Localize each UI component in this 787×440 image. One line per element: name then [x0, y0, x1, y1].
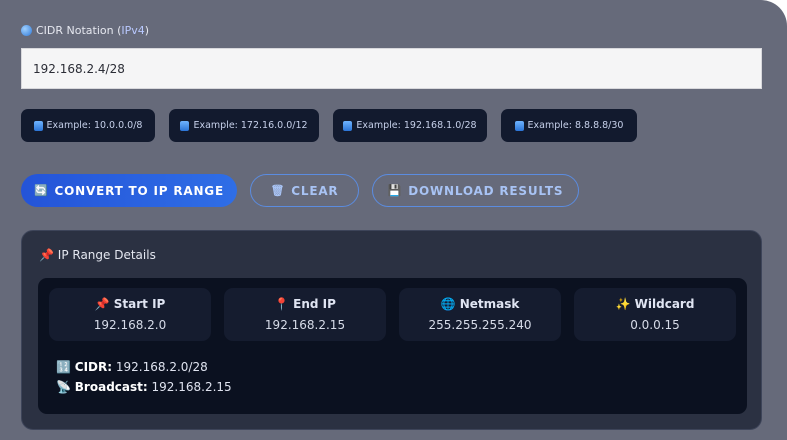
example-chip-label: Example: 10.0.0.0/8	[46, 120, 143, 131]
book-icon	[180, 120, 190, 131]
stat-label-text: Netmask	[459, 297, 520, 311]
satellite-icon: 📡	[56, 380, 71, 394]
location-pin-icon: 📍	[274, 297, 289, 311]
pushpin-icon: 📌	[94, 297, 110, 311]
numbers-icon: 🔢	[56, 360, 71, 374]
save-icon: 💾	[387, 184, 403, 197]
book-icon	[343, 120, 353, 131]
cidr-value: 192.168.2.0/28	[115, 360, 208, 374]
stat-start-ip: 📌 Start IP 192.168.2.0	[49, 288, 211, 341]
book-icon	[514, 120, 524, 131]
example-chip-8-8-8-8-30[interactable]: Example: 8.8.8.8/30	[501, 109, 637, 142]
globe-icon	[21, 25, 32, 36]
converter-panel: CIDR Notation (IPv4) Example: 10.0.0.0/8…	[0, 0, 787, 440]
cidr-line: 🔢 CIDR: 192.168.2.0/28	[56, 360, 208, 374]
stat-netmask: 🌐 Netmask 255.255.255.240	[399, 288, 561, 341]
clear-button[interactable]: 🗑 CLEAR	[250, 174, 359, 207]
stat-value: 192.168.2.15	[264, 318, 346, 332]
stat-value: 192.168.2.0	[93, 318, 167, 332]
example-chip-label: Example: 172.16.0.0/12	[193, 120, 308, 131]
details-title: 📌 IP Range Details	[39, 248, 156, 262]
ip-range-details-card: 📌 IP Range Details 📌 Start IP 192.168.2.…	[21, 230, 762, 430]
label-text-prefix: CIDR Notation (	[36, 24, 122, 37]
broadcast-value: 192.168.2.15	[151, 380, 232, 394]
stat-label-text: Start IP	[113, 297, 166, 311]
download-results-button[interactable]: 💾 DOWNLOAD RESULTS	[372, 174, 579, 207]
stat-wildcard: ✨ Wildcard 0.0.0.15	[574, 288, 736, 341]
trash-icon: 🗑	[270, 184, 286, 197]
stat-label: 📍 End IP	[224, 297, 386, 311]
convert-button-label: CONVERT TO IP RANGE	[54, 183, 224, 198]
stat-label-text: End IP	[293, 297, 336, 311]
label-text-suffix: )	[144, 24, 150, 37]
label-text-highlight: IPv4	[121, 24, 145, 37]
convert-button[interactable]: 🔄 CONVERT TO IP RANGE	[21, 174, 237, 207]
stat-label: 🌐 Netmask	[399, 297, 561, 311]
stat-end-ip: 📍 End IP 192.168.2.15	[224, 288, 386, 341]
stat-label: ✨ Wildcard	[574, 297, 736, 311]
example-chip-label: Example: 192.168.1.0/28	[356, 120, 477, 131]
pushpin-icon: 📌	[39, 248, 54, 262]
details-title-text: IP Range Details	[57, 248, 156, 262]
stat-value: 255.255.255.240	[428, 318, 532, 332]
example-chip-label: Example: 8.8.8.8/30	[527, 120, 624, 131]
cidr-label: CIDR:	[74, 360, 113, 374]
globe-icon: 🌐	[440, 297, 456, 311]
book-icon	[33, 120, 43, 131]
sparkles-icon: ✨	[615, 297, 631, 311]
cidr-field-label: CIDR Notation (IPv4)	[21, 24, 149, 37]
broadcast-label: Broadcast:	[74, 380, 148, 394]
stat-label-text: Wildcard	[634, 297, 695, 311]
example-chip-192-168-1-0-28[interactable]: Example: 192.168.1.0/28	[333, 109, 487, 142]
example-chip-10-0-0-0-8[interactable]: Example: 10.0.0.0/8	[21, 109, 155, 142]
stat-value: 0.0.0.15	[630, 318, 680, 332]
details-results-panel: 📌 Start IP 192.168.2.0 📍 End IP 192.168.…	[38, 278, 747, 414]
refresh-icon: 🔄	[34, 184, 49, 197]
stat-label: 📌 Start IP	[49, 297, 211, 311]
download-button-label: DOWNLOAD RESULTS	[408, 183, 564, 198]
example-chip-172-16-0-0-12[interactable]: Example: 172.16.0.0/12	[169, 109, 319, 142]
cidr-input[interactable]	[21, 48, 762, 89]
clear-button-label: CLEAR	[291, 183, 339, 198]
broadcast-line: 📡 Broadcast: 192.168.2.15	[56, 380, 232, 394]
